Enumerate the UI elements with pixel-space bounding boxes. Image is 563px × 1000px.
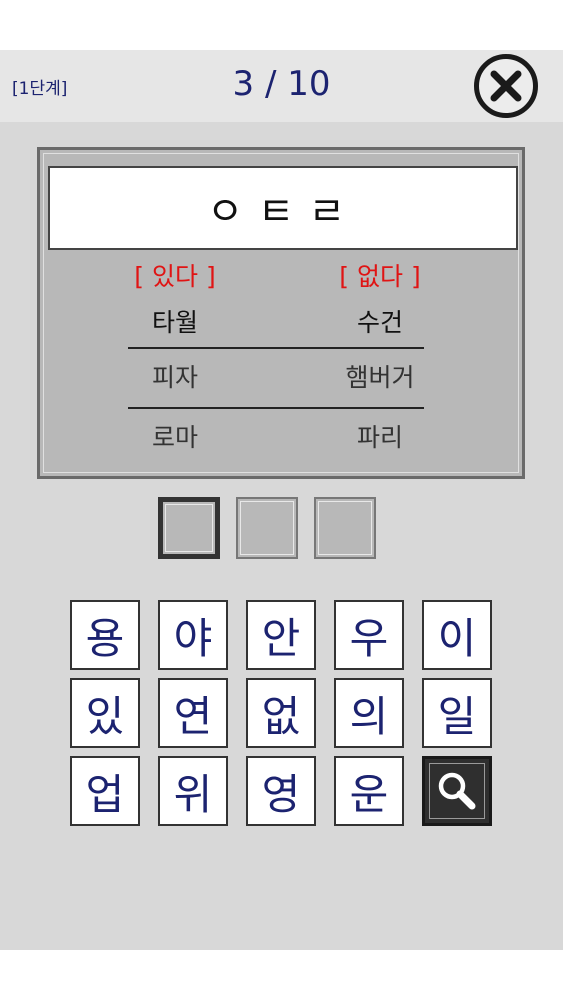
divider (128, 347, 424, 349)
game-screen: [1단계] 3 / 10 ㅇㅌㄹ [ 있다 ] [ 없다 ] 타월 수건 피자 … (0, 50, 563, 950)
has-word-2: 피자 (151, 363, 198, 392)
key-syllable[interactable]: 의 (334, 678, 404, 748)
has-word-1: 타월 (151, 308, 198, 337)
close-button[interactable] (474, 54, 538, 118)
key-syllable[interactable]: 용 (70, 600, 140, 670)
key-syllable[interactable]: 영 (246, 756, 316, 826)
not-has-column-header: [ 없다 ] (339, 262, 421, 291)
key-syllable[interactable]: 야 (158, 600, 228, 670)
key-syllable[interactable]: 우 (334, 600, 404, 670)
key-syllable[interactable]: 안 (246, 600, 316, 670)
key-syllable[interactable]: 연 (158, 678, 228, 748)
divider (128, 407, 424, 409)
not-has-word-1: 수건 (356, 308, 403, 337)
answer-slot-1[interactable] (158, 497, 220, 559)
header-bar: [1단계] 3 / 10 (0, 50, 563, 122)
close-icon (490, 70, 522, 102)
answer-slot-3[interactable] (314, 497, 376, 559)
consonant-hint-box: ㅇㅌㄹ (48, 166, 518, 250)
key-syllable[interactable]: 일 (422, 678, 492, 748)
answer-slot-2[interactable] (236, 497, 298, 559)
key-syllable[interactable]: 업 (70, 756, 140, 826)
hint-search-button[interactable] (422, 756, 492, 826)
not-has-word-3: 파리 (356, 423, 403, 452)
key-syllable[interactable]: 운 (334, 756, 404, 826)
magnifier-icon (438, 772, 476, 810)
key-syllable[interactable]: 있 (70, 678, 140, 748)
consonant-hint: ㅇㅌㄹ (206, 189, 360, 235)
quiz-panel: ㅇㅌㄹ [ 있다 ] [ 없다 ] 타월 수건 피자 햄버거 로마 파리 (37, 147, 525, 479)
has-word-3: 로마 (151, 423, 198, 452)
answer-slots (0, 497, 563, 563)
key-syllable[interactable]: 위 (158, 756, 228, 826)
key-syllable[interactable]: 없 (246, 678, 316, 748)
not-has-word-2: 햄버거 (345, 363, 415, 392)
has-column-header: [ 있다 ] (134, 262, 216, 291)
key-syllable[interactable]: 이 (422, 600, 492, 670)
